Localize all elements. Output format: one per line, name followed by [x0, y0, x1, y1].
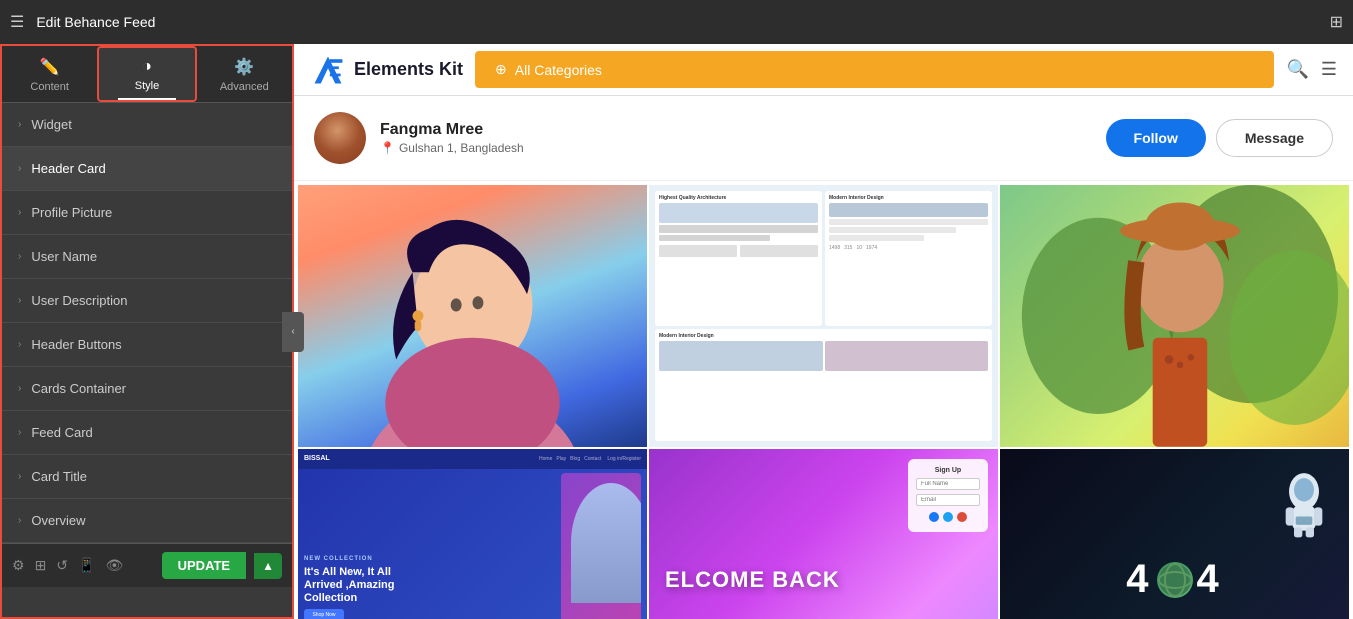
feed-card-1[interactable] [298, 185, 647, 447]
tab-content-label: Content [30, 81, 69, 93]
sidebar-bottom-toolbar: ⚙ ⊞ ↺ 📱 👁 UPDATE ▲ [2, 543, 292, 587]
content-area: Elements Kit ⊕ All Categories 🔍 ☰ Fan [294, 44, 1353, 619]
bottom-icons: ⚙ ⊞ ↺ 📱 👁 [12, 557, 154, 574]
topbar-actions: 🔍 ☰ [1286, 59, 1337, 80]
sidebar-item-header-card-label: Header Card [31, 161, 105, 176]
chevron-right-icon: › [18, 163, 21, 174]
sidebar-item-widget-label: Widget [31, 117, 71, 132]
tab-style[interactable]: ◑ Style [97, 46, 196, 102]
update-button[interactable]: UPDATE [162, 552, 246, 579]
profile-name: Fangma Mree [380, 121, 1092, 139]
message-button[interactable]: Message [1216, 119, 1333, 157]
brand-logo: Elements Kit [310, 52, 463, 88]
menu-icon[interactable]: ☰ [1321, 59, 1337, 80]
avatar-image [314, 112, 366, 164]
feed-card-6[interactable]: 4 4 OOPOS [1000, 449, 1349, 619]
advanced-tab-icon: ⚙️ [234, 57, 254, 77]
sidebar-item-header-card[interactable]: › Header Card [2, 147, 292, 191]
chevron-right-icon: › [18, 427, 21, 438]
update-dropdown-button[interactable]: ▲ [254, 553, 282, 579]
feed-card-5[interactable]: ELCOME BACK Sign Up [649, 449, 998, 619]
chevron-right-icon: › [18, 207, 21, 218]
tab-style-label: Style [135, 80, 159, 92]
sidebar-item-cards-container-label: Cards Container [31, 381, 126, 396]
feed-card-3[interactable] [1000, 185, 1349, 447]
sidebar-item-widget[interactable]: › Widget [2, 103, 292, 147]
categories-icon: ⊕ [495, 61, 507, 78]
sidebar-item-header-buttons-label: Header Buttons [31, 337, 121, 352]
main-layout: ✏️ Content ◑ Style ⚙️ Advanced › Widget … [0, 44, 1353, 619]
categories-button[interactable]: ⊕ All Categories [475, 51, 1274, 88]
sidebar-item-user-description-label: User Description [31, 293, 127, 308]
brand-name: Elements Kit [354, 59, 463, 80]
chevron-right-icon: › [18, 251, 21, 262]
search-icon[interactable]: 🔍 [1286, 59, 1308, 80]
settings-icon[interactable]: ⚙ [12, 557, 25, 574]
sidebar-item-feed-card[interactable]: › Feed Card [2, 411, 292, 455]
chevron-right-icon: › [18, 295, 21, 306]
follow-button[interactable]: Follow [1106, 119, 1206, 157]
feed-card-2[interactable]: Highest Quality Architecture Modern Inte… [649, 185, 998, 447]
sidebar-item-profile-picture-label: Profile Picture [31, 205, 112, 220]
sidebar-item-card-title-label: Card Title [31, 469, 87, 484]
tab-content[interactable]: ✏️ Content [2, 46, 97, 102]
grid-icon[interactable]: ⊞ [1330, 12, 1343, 32]
location-icon: 📍 [380, 141, 395, 155]
tab-advanced-label: Advanced [220, 81, 269, 93]
brand-icon [310, 52, 346, 88]
chevron-right-icon: › [18, 515, 21, 526]
feed-card-4[interactable]: BISSAL HomePlayBlogContact Log in/Regist… [298, 449, 647, 619]
feed-grid: Highest Quality Architecture Modern Inte… [294, 181, 1353, 619]
categories-label: All Categories [515, 62, 602, 78]
sidebar-item-cards-container[interactable]: › Cards Container [2, 367, 292, 411]
sidebar-item-header-buttons[interactable]: › Header Buttons [2, 323, 292, 367]
sidebar-item-profile-picture[interactable]: › Profile Picture [2, 191, 292, 235]
history-icon[interactable]: ↺ [56, 557, 68, 574]
sidebar-item-feed-card-label: Feed Card [31, 425, 92, 440]
topbar: ☰ Edit Behance Feed ⊞ [0, 0, 1353, 44]
tabs-bar: ✏️ Content ◑ Style ⚙️ Advanced [2, 46, 292, 103]
eye-icon[interactable]: 👁 [105, 557, 123, 574]
sidebar-item-overview[interactable]: › Overview [2, 499, 292, 543]
sidebar-item-user-name-label: User Name [31, 249, 97, 264]
sidebar: ✏️ Content ◑ Style ⚙️ Advanced › Widget … [0, 44, 294, 619]
profile-actions: Follow Message [1106, 119, 1333, 157]
tab-advanced[interactable]: ⚙️ Advanced [197, 46, 292, 102]
preview-area: Fangma Mree 📍 Gulshan 1, Bangladesh Foll… [294, 96, 1353, 619]
chevron-right-icon: › [18, 339, 21, 350]
avatar [314, 112, 366, 164]
sidebar-item-user-description[interactable]: › User Description [2, 279, 292, 323]
chevron-right-icon: › [18, 383, 21, 394]
sidebar-item-overview-label: Overview [31, 513, 85, 528]
chevron-right-icon: › [18, 119, 21, 130]
content-topbar: Elements Kit ⊕ All Categories 🔍 ☰ [294, 44, 1353, 96]
topbar-title: Edit Behance Feed [36, 14, 1317, 30]
profile-info: Fangma Mree 📍 Gulshan 1, Bangladesh [380, 121, 1092, 155]
sidebar-item-user-name[interactable]: › User Name [2, 235, 292, 279]
profile-location: 📍 Gulshan 1, Bangladesh [380, 141, 1092, 155]
style-tab-icon: ◑ [142, 58, 152, 76]
collapse-handle[interactable]: ‹ [282, 312, 304, 352]
profile-location-text: Gulshan 1, Bangladesh [399, 141, 524, 155]
sidebar-item-card-title[interactable]: › Card Title [2, 455, 292, 499]
chevron-right-icon: › [18, 471, 21, 482]
content-tab-icon: ✏️ [40, 57, 60, 77]
hamburger-icon[interactable]: ☰ [10, 12, 24, 32]
layers-icon[interactable]: ⊞ [35, 557, 47, 574]
sidebar-items-list: › Widget › Header Card › Profile Picture… [2, 103, 292, 543]
profile-header: Fangma Mree 📍 Gulshan 1, Bangladesh Foll… [294, 96, 1353, 181]
device-icon[interactable]: 📱 [78, 557, 95, 574]
